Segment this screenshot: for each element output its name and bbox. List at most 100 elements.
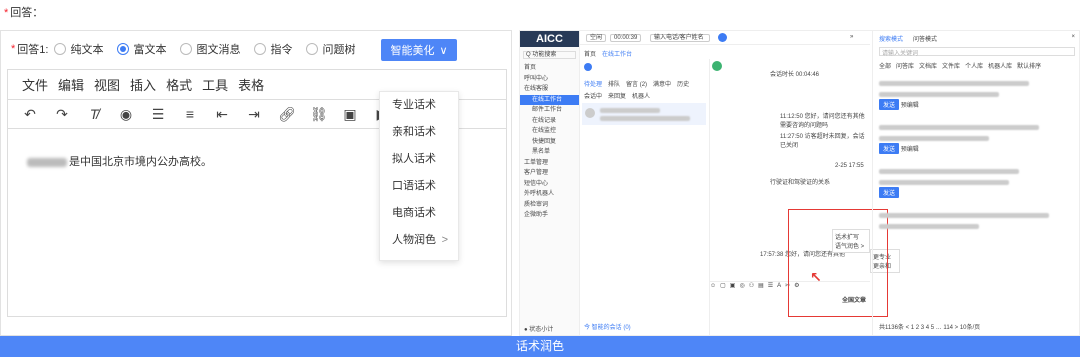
send-button[interactable]: 发送 xyxy=(879,143,900,154)
redo-icon[interactable]: ↷ xyxy=(54,106,70,123)
kb-search-input[interactable]: 请输入关键词 xyxy=(879,47,1075,57)
menu-file[interactable]: 文件 xyxy=(22,75,48,94)
list-tab-pending[interactable]: 待处理 xyxy=(584,79,602,88)
pagination[interactable]: 共1136条 < 1 2 3 4 5 … 114 > 10条/页 xyxy=(879,322,980,331)
send-button[interactable]: 发送 xyxy=(879,99,900,110)
list-tabs: 待处理 排队 留言 (2) 满意中 历史 xyxy=(584,79,689,88)
list-footer: 今 智能的会话 (0) xyxy=(584,325,631,331)
answer-editor-panel: * 回答1: 纯文本 富文本 图文消息 指令 问题树 智能美化 ∨ 文件 编辑 视图… xyxy=(0,30,512,336)
agent-avatar xyxy=(584,63,592,71)
list-tab-satisfied[interactable]: 满意中 xyxy=(653,79,671,88)
collapse-icon[interactable]: » xyxy=(850,34,853,40)
chevron-right-icon: > xyxy=(441,234,448,246)
outdent-icon[interactable]: ⇤ xyxy=(214,106,230,123)
filter-all[interactable]: 全部 xyxy=(879,61,891,70)
menu-insert[interactable]: 插入 xyxy=(130,75,156,94)
undo-icon[interactable]: ↶ xyxy=(22,106,38,123)
menu-edit[interactable]: 编辑 xyxy=(58,75,84,94)
pre-edit-button[interactable]: 预编辑 xyxy=(901,147,919,153)
qa-mode-tab[interactable]: 问答模式 xyxy=(913,34,937,43)
menu-table[interactable]: 表格 xyxy=(238,75,264,94)
sidebar-item[interactable]: 黑名单 xyxy=(520,147,579,158)
filter-file[interactable]: 文件库 xyxy=(942,61,960,70)
radio-rich-text[interactable]: 富文本 xyxy=(117,41,166,57)
sidebar-item[interactable]: 短信中心 xyxy=(520,179,579,190)
sidebar-item[interactable]: 在线记录 xyxy=(520,116,579,127)
dropdown-item-persona[interactable]: 人物润色 > xyxy=(380,227,458,254)
chat-duration: 会话时长 00:04:46 xyxy=(770,72,820,78)
dropdown-item-colloquial[interactable]: 口语话术 xyxy=(380,173,458,200)
link-icon[interactable]: 🔗︎ xyxy=(278,106,296,123)
chat-line: 11:27:50 访客超时未回复，会话已关闭 xyxy=(780,134,865,149)
answer-type-row: * 回答1: 纯文本 富文本 图文消息 指令 问题树 xyxy=(11,41,356,57)
sidebar-item[interactable]: 质检审词 xyxy=(520,200,579,211)
function-search[interactable]: Q 功能搜索 xyxy=(523,51,576,59)
sidebar-item[interactable]: 呼叫中心 xyxy=(520,74,579,85)
sidebar-item[interactable]: 外呼机器人 xyxy=(520,189,579,200)
kb-result-item: 发送 xyxy=(879,169,1075,213)
phone-icon[interactable] xyxy=(718,33,727,42)
chat-panel: 会话时长 00:04:46 11:12:50 您好，请问您还有其他需要咨询的问题… xyxy=(710,59,900,335)
beautify-dropdown: 专业话术 亲和话术 拟人话术 口语话术 电商话术 人物润色 > xyxy=(379,91,459,261)
editor-content-text: 是中国北京市境内公办高校。 xyxy=(27,153,212,169)
sidebar-item[interactable]: 快捷回复 xyxy=(520,137,579,148)
dropdown-item-humanlike[interactable]: 拟人话术 xyxy=(380,146,458,173)
chat-line: 行驶证和驾驶证的关系 xyxy=(770,180,831,186)
caption-bar: 话术润色 xyxy=(0,336,1080,357)
subtab-in-session[interactable]: 会话中 xyxy=(584,91,602,100)
send-button[interactable]: 发送 xyxy=(879,187,900,198)
conversation-list: 待处理 排队 留言 (2) 满意中 历史 会话中 来回复 机器人 今 智能的会话… xyxy=(580,59,710,335)
indent-icon[interactable]: ⇥ xyxy=(246,106,262,123)
list-item[interactable] xyxy=(582,103,706,125)
sidebar-item[interactable]: 在线客服 xyxy=(520,84,579,95)
unlink-icon[interactable]: ⛓︎ xyxy=(310,106,328,123)
close-icon[interactable]: × xyxy=(1071,34,1075,40)
list-subtabs: 会话中 来回复 机器人 xyxy=(584,91,650,100)
sidebar-item[interactable]: 在线监控 xyxy=(520,126,579,137)
image-icon[interactable]: ▣ xyxy=(342,106,358,123)
app-header: 空闲 00:00:39 输入电话/客户姓名 » xyxy=(580,31,870,45)
list-tab-queue[interactable]: 排队 xyxy=(608,79,620,88)
phone-input[interactable]: 输入电话/客户姓名 xyxy=(650,34,710,42)
dropdown-item-friendly[interactable]: 亲和话术 xyxy=(380,119,458,146)
dropdown-item-professional[interactable]: 专业话术 xyxy=(380,92,458,119)
radio-plain-text[interactable]: 纯文本 xyxy=(54,41,103,57)
chat-visitor-avatar xyxy=(712,61,722,71)
preview-icon[interactable]: ◉ xyxy=(118,106,134,123)
list-tab-message[interactable]: 留言 (2) xyxy=(626,79,647,88)
filter-qa[interactable]: 问答库 xyxy=(896,61,914,70)
tab-home[interactable]: 首页 xyxy=(584,49,596,58)
bullet-list-icon[interactable]: ☰ xyxy=(150,106,166,123)
filter-robot[interactable]: 机器人库 xyxy=(988,61,1012,70)
radio-circle-icon xyxy=(54,43,67,55)
status-pill[interactable]: 空闲 xyxy=(586,34,607,42)
brand-logo: AICC xyxy=(520,31,579,47)
radio-image-text[interactable]: 图文消息 xyxy=(180,41,240,57)
filter-personal[interactable]: 个人库 xyxy=(965,61,983,70)
kb-result-item xyxy=(879,213,1075,257)
menu-tools[interactable]: 工具 xyxy=(202,75,228,94)
sort-select[interactable]: 默认排序 xyxy=(1017,61,1041,70)
dropdown-item-ecommerce[interactable]: 电商话术 xyxy=(380,200,458,227)
menu-format[interactable]: 格式 xyxy=(166,75,192,94)
filter-doc[interactable]: 文档库 xyxy=(919,61,937,70)
radio-circle-icon xyxy=(254,43,267,55)
sidebar-item[interactable]: 在线工作台 xyxy=(520,94,579,105)
menu-view[interactable]: 视图 xyxy=(94,75,120,94)
clear-format-icon[interactable]: T̸ xyxy=(86,106,102,122)
sidebar-item[interactable]: 首页 xyxy=(520,63,579,74)
sidebar-item[interactable]: 企微助手 xyxy=(520,210,579,221)
radio-command[interactable]: 指令 xyxy=(254,41,292,57)
subtab-reply[interactable]: 来回复 xyxy=(608,91,626,100)
sidebar-item[interactable]: 客户管理 xyxy=(520,168,579,179)
pre-edit-button[interactable]: 预编辑 xyxy=(901,103,919,109)
sidebar-item[interactable]: 工单管理 xyxy=(520,158,579,169)
radio-question-tree[interactable]: 问题树 xyxy=(306,41,355,57)
numbered-list-icon[interactable]: ≡ xyxy=(182,106,198,122)
smart-beautify-button[interactable]: 智能美化 ∨ xyxy=(381,39,457,61)
subtab-robot[interactable]: 机器人 xyxy=(632,91,650,100)
list-tab-history[interactable]: 历史 xyxy=(677,79,689,88)
tab-online-workbench[interactable]: 在线工作台 xyxy=(602,49,632,58)
search-mode-tab[interactable]: 搜索模式 xyxy=(879,34,903,43)
sidebar-item[interactable]: 邮件工作台 xyxy=(520,105,579,116)
